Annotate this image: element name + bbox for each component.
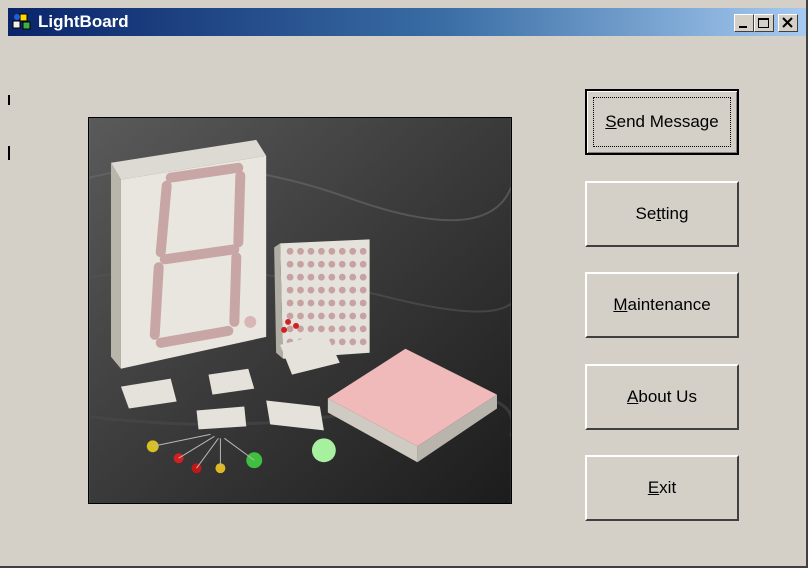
matrix-dot [338,273,346,281]
matrix-dot [359,247,367,255]
matrix-dot [359,338,367,346]
matrix-dot [338,325,346,333]
app-icon [12,13,31,30]
close-icon [782,17,793,28]
matrix-dot [349,247,357,255]
matrix-dot [307,312,315,320]
matrix-dot [359,299,367,307]
send-message-button[interactable]: Send Message [585,89,739,155]
maximize-button[interactable] [754,14,774,32]
matrix-dot [338,247,346,255]
matrix-dot [286,312,294,320]
matrix-dot [318,299,325,307]
about-us-button[interactable]: About Us [585,364,739,430]
exit-label: Exit [647,478,677,497]
matrix-dot [349,260,357,268]
led-components-photo [88,117,512,504]
mnemonic-letter: M [613,295,628,314]
matrix-dot [286,325,294,333]
edge-mark [8,146,10,160]
matrix-dot [359,260,367,268]
matrix-dot [338,286,346,294]
matrix-dot [318,260,325,268]
matrix-dot [338,260,346,268]
send-message-label: Send Message [605,112,719,131]
matrix-dot [307,286,315,294]
minimize-button[interactable] [734,14,754,32]
matrix-dot [338,338,346,346]
matrix-dot [318,286,325,294]
matrix-dot [338,312,346,320]
matrix-dot [297,286,304,294]
close-button[interactable] [778,14,798,32]
matrix-dot [286,273,294,281]
exit-button[interactable]: Exit [585,455,739,521]
matrix-dot [349,286,357,294]
matrix-dot [328,260,336,268]
setting-button[interactable]: Setting [585,181,739,247]
matrix-dot [297,247,304,255]
matrix-dot [349,312,357,320]
matrix-dot [359,325,367,333]
app-window: LightBoard Send Message Setting Maintena… [0,0,808,568]
matrix-dot [349,338,357,346]
maximize-icon [758,18,769,28]
matrix-dot [318,247,325,255]
matrix-dot [349,325,357,333]
matrix-dot [307,325,315,333]
matrix-dot [328,312,336,320]
matrix-dot [328,325,336,333]
window-title: LightBoard [38,12,129,31]
matrix-dot [338,299,346,307]
matrix-dot [318,325,325,333]
seven-segment-display [110,139,267,369]
matrix-dot [359,312,367,320]
about-us-label: About Us [627,387,697,406]
matrix-dot [307,273,315,281]
minimize-icon [739,26,747,28]
matrix-dot [328,286,336,294]
title-bar[interactable]: LightBoard [8,8,806,36]
matrix-dot [359,286,367,294]
matrix-dot [286,247,294,255]
matrix-dot [307,247,315,255]
maintenance-label: Maintenance [613,295,711,314]
matrix-dot [297,273,304,281]
matrix-dot [286,286,294,294]
edge-mark [8,95,10,105]
setting-label: Setting [635,204,689,223]
maintenance-button[interactable]: Maintenance [585,272,739,338]
mnemonic-letter: A [627,387,639,406]
matrix-dot [349,299,357,307]
matrix-dot [328,273,336,281]
mnemonic-letter: E [647,478,660,497]
matrix-dot [328,247,336,255]
matrix-dot [359,273,367,281]
matrix-dot [286,299,294,307]
matrix-dot [307,260,315,268]
mnemonic-letter: S [605,112,617,131]
mnemonic-letter: t [656,204,662,223]
matrix-dot [307,299,315,307]
matrix-dot [328,299,336,307]
matrix-dot [318,312,325,320]
green-led-large [311,438,336,463]
matrix-dot [286,260,294,268]
matrix-dot [349,273,357,281]
matrix-dot [297,260,304,268]
matrix-dot [297,299,304,307]
matrix-dot [297,312,304,320]
matrix-dot [318,273,325,281]
